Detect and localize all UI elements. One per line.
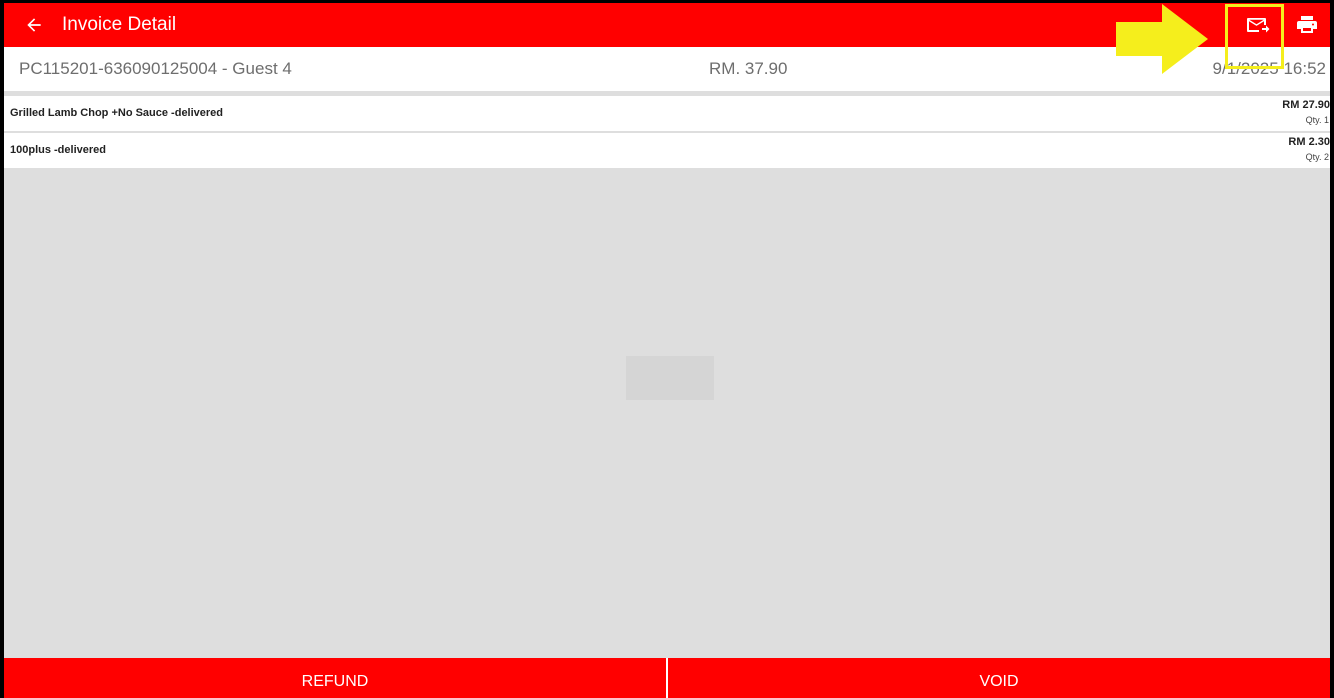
action-bar: REFUND VOID — [4, 658, 1330, 698]
item-price: RM 2.30 — [1288, 136, 1330, 148]
email-button-highlight — [1225, 4, 1284, 69]
list-item[interactable]: 100plus -delivered RM 2.30 Qty. 2 — [4, 133, 1330, 168]
printer-icon — [1297, 16, 1317, 33]
loading-placeholder — [626, 356, 714, 400]
back-button[interactable] — [18, 9, 50, 41]
print-button[interactable] — [1291, 9, 1323, 41]
item-name: Grilled Lamb Chop +No Sauce -delivered — [10, 107, 224, 119]
item-price: RM 27.90 — [1282, 99, 1330, 111]
invoice-id: PC115201-636090125004 - Guest 4 — [19, 59, 292, 78]
pointer-arrow-icon — [1116, 4, 1208, 74]
refund-button[interactable]: REFUND — [4, 658, 668, 698]
list-item[interactable]: Grilled Lamb Chop +No Sauce -delivered R… — [4, 96, 1330, 131]
item-name: 100plus -delivered — [10, 144, 106, 156]
invoice-total: RM. 37.90 — [709, 59, 788, 78]
item-qty: Qty. 1 — [1305, 115, 1329, 125]
page-title: Invoice Detail — [62, 14, 177, 35]
item-qty: Qty. 2 — [1305, 152, 1329, 162]
arrow-left-icon — [27, 18, 41, 32]
void-button[interactable]: VOID — [668, 658, 1330, 698]
invoice-detail-screen: Invoice Detail PC115201-636090125004 - G… — [4, 3, 1330, 698]
